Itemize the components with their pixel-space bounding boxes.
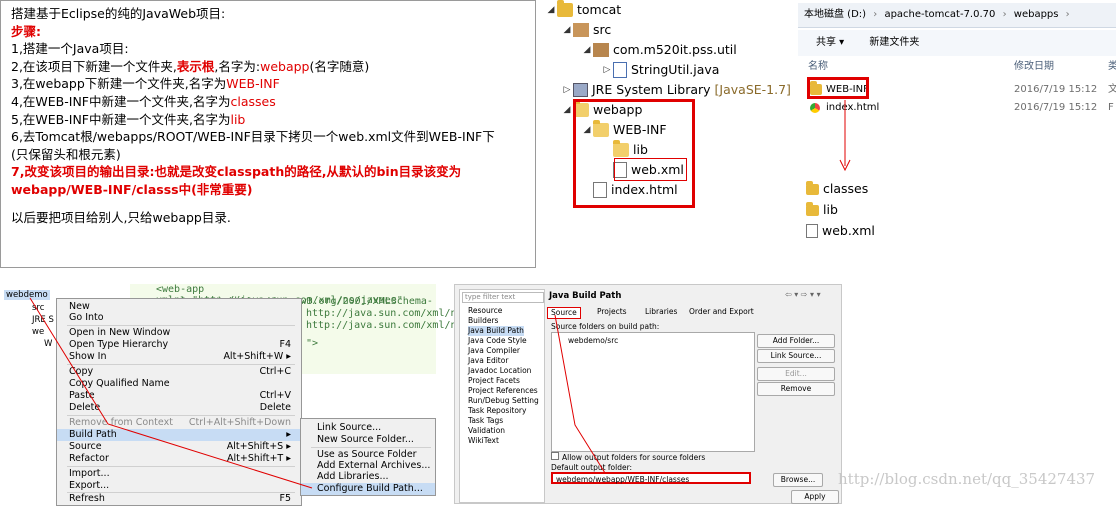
watermark-text: http://blog.csdn.net/qq_35427437 <box>838 470 1096 488</box>
list-item[interactable]: web.xml <box>806 221 875 241</box>
address-bar[interactable]: 本地磁盘 (D:) › apache-tomcat-7.0.70 › webap… <box>798 3 1116 44</box>
step-3-name: WEB-INF <box>226 76 280 92</box>
pointer-arrow <box>554 314 606 474</box>
collapse-triangle-icon[interactable]: ◢ <box>561 20 573 40</box>
collapse-triangle-icon[interactable]: ◢ <box>581 40 593 60</box>
list-item[interactable]: lib <box>806 200 838 220</box>
tree-label: JRE System Library <box>592 82 711 97</box>
step-2-text-b: ,名字为: <box>214 58 261 74</box>
column-type[interactable]: 类 <box>1108 58 1116 76</box>
step-2-text: 2,在该项目下新建一个文件夹, <box>11 58 177 74</box>
step-7-path: webapp/WEB-INF/classs中(非常重要) <box>11 181 253 197</box>
file-name: web.xml <box>822 223 875 238</box>
step-4: 4,在WEB-INF中新建一个文件夹,名字为classes <box>11 93 525 111</box>
notes-title: 搭建基于Eclipse的纯的JavaWeb项目: <box>11 6 226 21</box>
project-icon <box>557 0 573 17</box>
source-folder-icon <box>573 23 589 37</box>
column-date[interactable]: 修改日期 <box>1014 58 1054 76</box>
chrome-icon <box>810 103 820 113</box>
breadcrumb-item[interactable]: apache-tomcat-7.0.70 <box>884 9 995 20</box>
java-build-path-dialog: type filter text Resource Builders Java … <box>454 284 842 504</box>
tree-item-tomcat[interactable]: ◢ tomcat <box>545 0 621 20</box>
file-type: 文 <box>1108 84 1116 95</box>
project-explorer-tree: ◢ tomcat ◢ src ◢ com.m520it.pss.util ▷ S… <box>545 0 791 215</box>
library-icon <box>573 83 588 97</box>
step-3: 3,在webapp下新建一个文件夹,名字为WEB-INF <box>11 75 525 93</box>
collapse-triangle-icon[interactable]: ◢ <box>561 100 573 120</box>
file-name: lib <box>823 202 838 217</box>
highlight-box <box>807 77 869 99</box>
step-6: 6,去Tomcat根/webapps/ROOT/WEB-INF目录下拷贝一个we… <box>11 129 495 145</box>
tree-label: src <box>593 22 612 37</box>
folder-icon <box>806 180 819 195</box>
breadcrumb-item[interactable]: 本地磁盘 (D:) <box>804 9 866 20</box>
expand-triangle-icon[interactable]: ▷ <box>601 60 613 80</box>
column-headers: 名称 修改日期 类 <box>798 58 1116 76</box>
step-2-note: (名字随意) <box>309 58 370 74</box>
step-6-note: (只保留头和根元素) <box>11 146 121 162</box>
list-item[interactable]: classes <box>806 179 868 199</box>
step-1: 1,搭建一个Java项目: <box>11 41 129 57</box>
breadcrumb-item[interactable]: webapps <box>1014 9 1059 20</box>
tree-item-src[interactable]: ◢ src <box>561 20 611 40</box>
new-folder-button[interactable]: 新建文件夹 <box>869 37 919 48</box>
expand-triangle-icon[interactable]: ▷ <box>561 80 573 100</box>
notes-steps-label: 步骤: <box>11 23 41 39</box>
tree-label: com.m520it.pss.util <box>613 42 737 57</box>
step-2-name: webapp <box>260 58 310 74</box>
step-2: 2,在该项目下新建一个文件夹,表示根,名字为:webapp(名字随意) <box>11 58 525 76</box>
tree-item-package[interactable]: ◢ com.m520it.pss.util <box>581 40 737 60</box>
tree-label: StringUtil.java <box>631 62 720 77</box>
steps-notes-panel: 搭建基于Eclipse的纯的JavaWeb项目: 步骤: 1,搭建一个Java项… <box>0 0 536 268</box>
column-name[interactable]: 名称 <box>808 58 828 76</box>
package-icon <box>593 43 609 57</box>
jre-version: [JavaSE-1.7] <box>714 82 791 97</box>
xml-file-icon <box>806 224 818 238</box>
explorer-toolbar: 共享 ▾ 新建文件夹 <box>798 30 1116 56</box>
step-5: 5,在WEB-INF中新建一个文件夹,名字为lib <box>11 111 525 129</box>
collapse-triangle-icon[interactable]: ◢ <box>545 0 557 20</box>
step-7: 7,改变该项目的输出目录:也就是改变classpath的路径,从默认的bin目录… <box>11 164 462 180</box>
highlight-box <box>573 99 695 208</box>
file-type: F <box>1108 102 1114 113</box>
pointer-arrow <box>29 297 313 489</box>
step-4-text: 4,在WEB-INF中新建一个文件夹,名字为 <box>11 93 231 109</box>
notes-footer: 以后要把项目给别人,只给webapp目录. <box>11 209 231 225</box>
step-5-text: 5,在WEB-INF中新建一个文件夹,名字为 <box>11 111 231 127</box>
eclipse-context-menu-screenshot: webdemo src JRE S we W <web-app xmlns="h… <box>0 284 463 506</box>
tree-item-stringutil[interactable]: ▷ StringUtil.java <box>601 60 719 80</box>
step-5-name: lib <box>230 111 246 127</box>
web-inf-contents: classes lib web.xml <box>800 172 1040 242</box>
step-4-name: classes <box>230 93 276 109</box>
tree-item-jre[interactable]: ▷ JRE System Library [JavaSE-1.7] <box>561 80 791 100</box>
file-name: classes <box>823 181 869 196</box>
share-button[interactable]: 共享 ▾ <box>816 37 844 48</box>
file-date: 2016/7/19 15:12 <box>1014 102 1098 113</box>
tree-label: tomcat <box>577 2 622 17</box>
step-3-text: 3,在webapp下新建一个文件夹,名字为 <box>11 76 227 92</box>
folder-icon <box>806 201 819 216</box>
java-file-icon <box>613 62 627 78</box>
file-date: 2016/7/19 15:12 <box>1014 84 1098 95</box>
step-2-highlight: 表示根 <box>176 58 215 74</box>
pointer-arrow <box>839 100 851 172</box>
highlight-box <box>614 158 687 181</box>
